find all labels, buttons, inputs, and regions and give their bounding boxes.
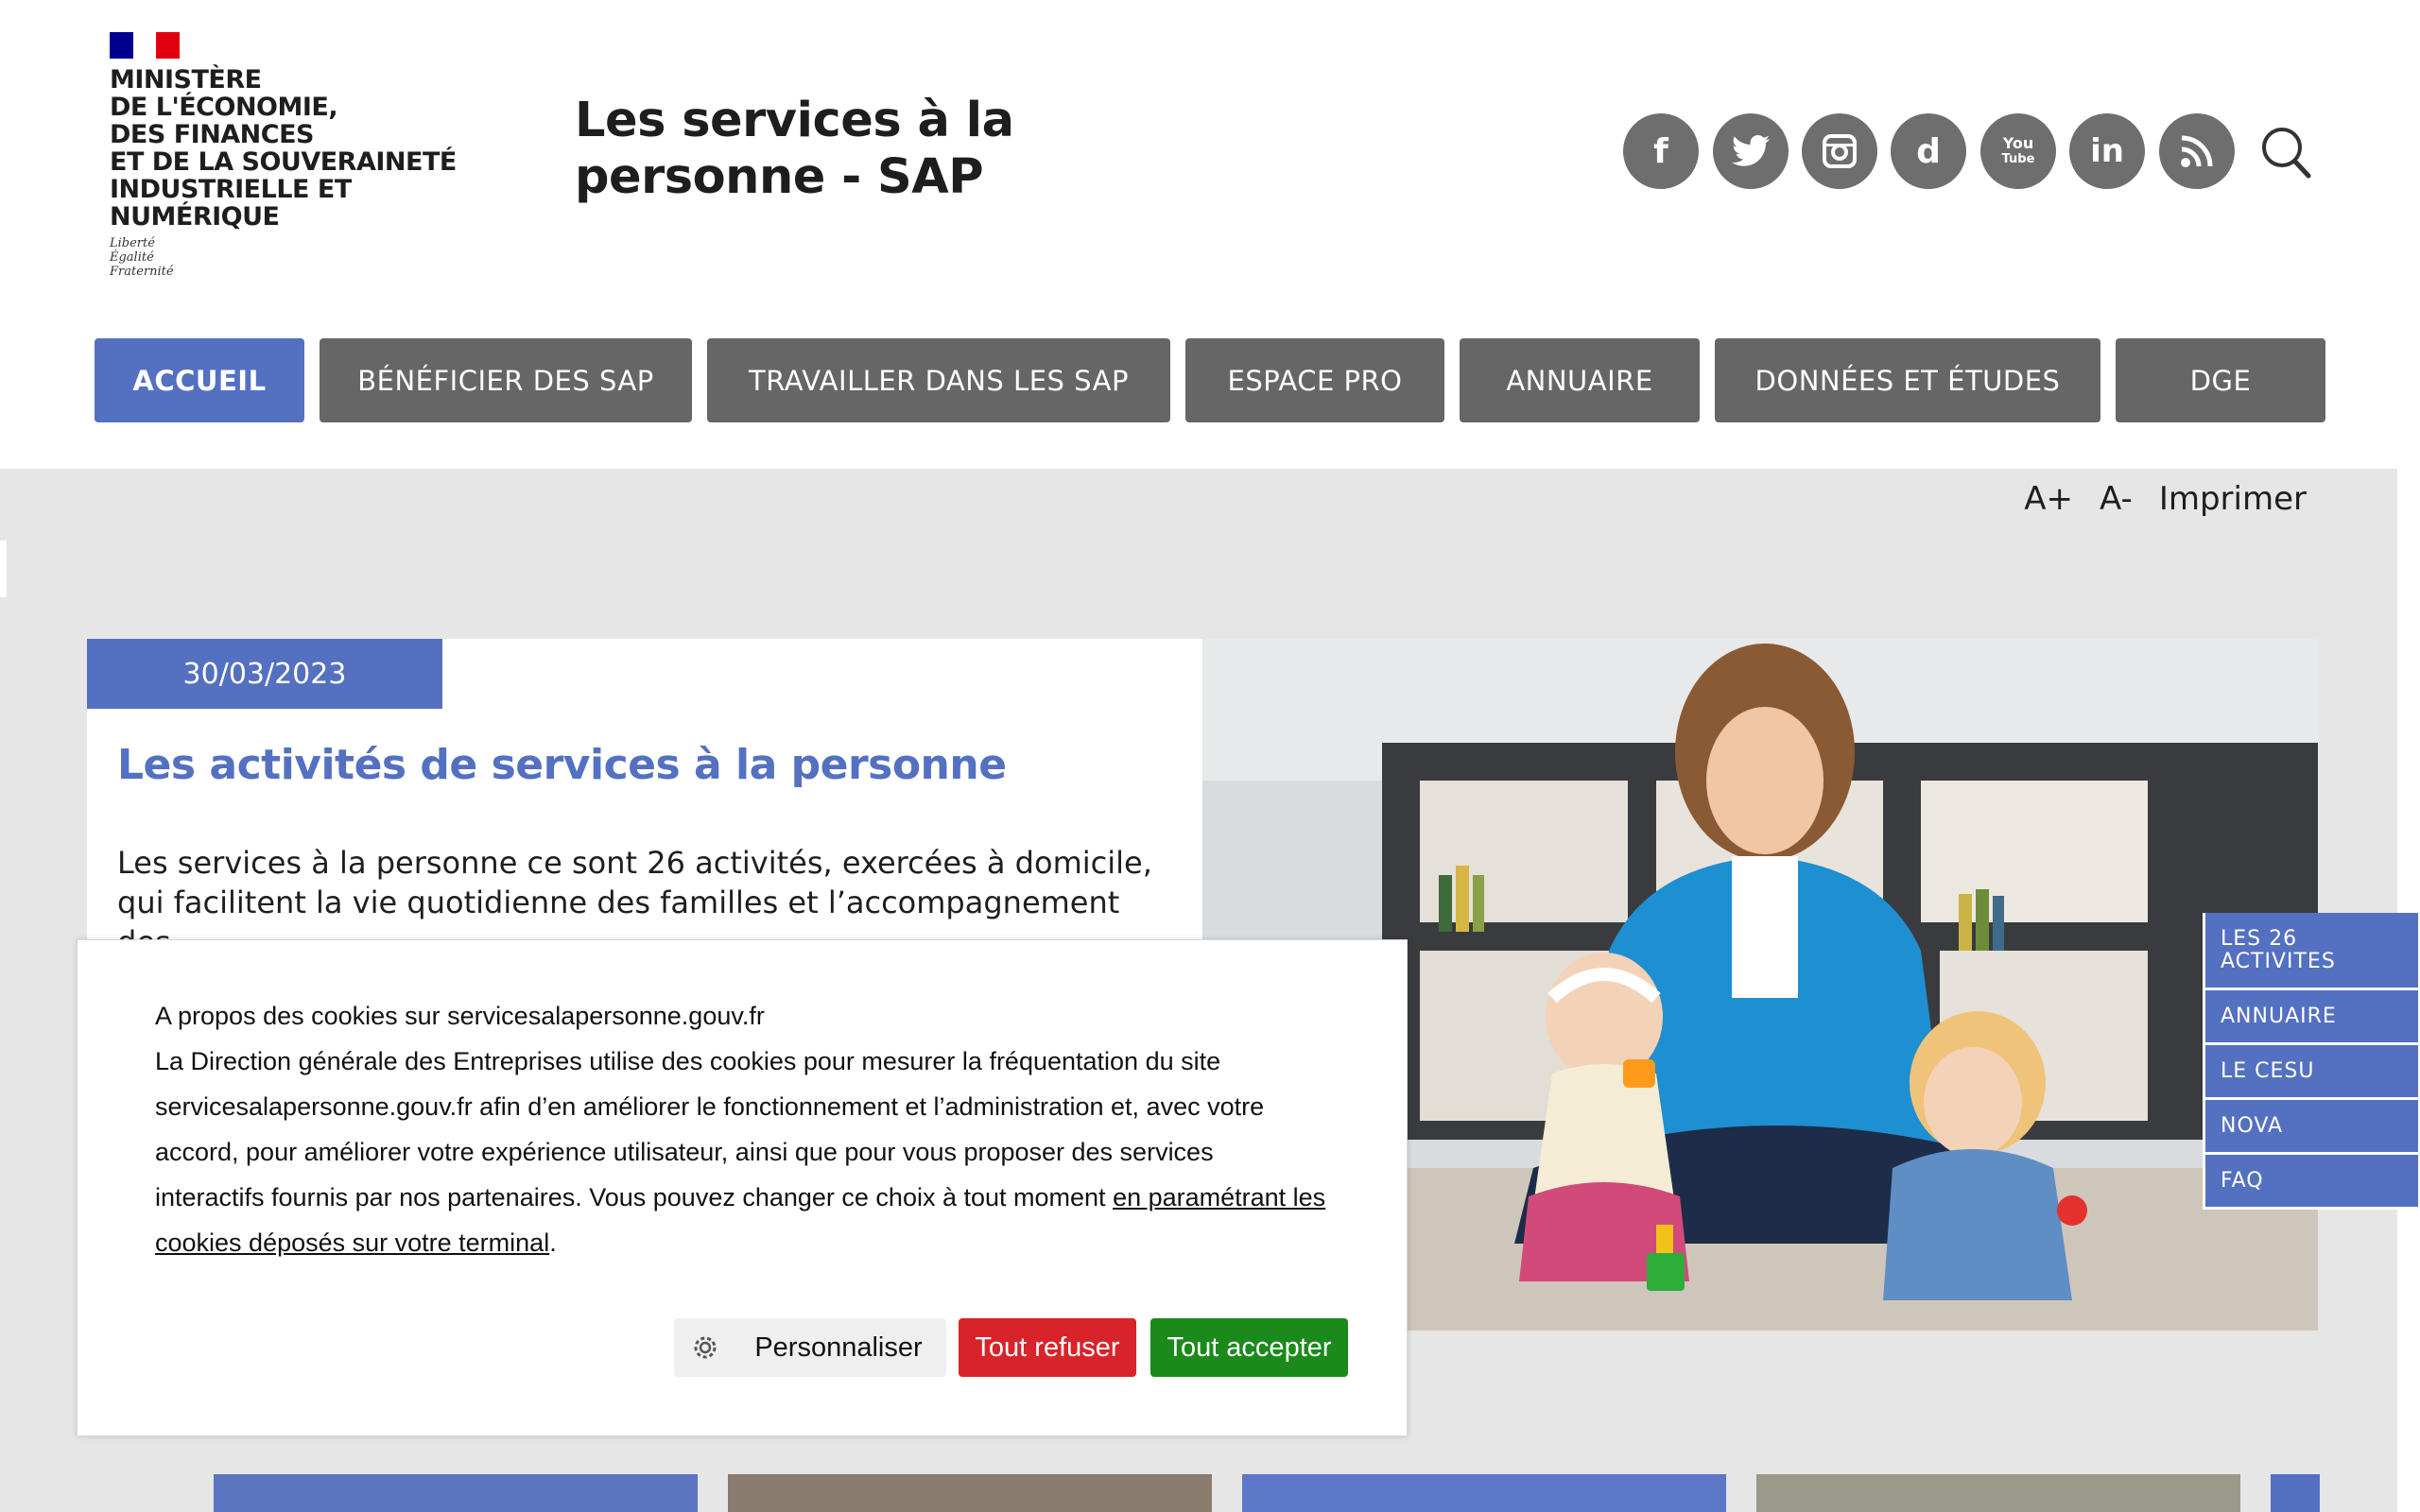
nav-dge[interactable]: DGE [2116,338,2325,422]
nav-donnees-etudes[interactable]: DONNÉES ET ÉTUDES [1715,338,2100,422]
nav-beneficier[interactable]: BÉNÉFICIER DES SAP [320,338,692,422]
dailymotion-icon[interactable]: d [1891,113,1966,189]
accept-all-button[interactable]: Tout accepter [1150,1318,1348,1377]
quick-link-nova[interactable]: NOVA [2203,1100,2418,1155]
personalize-button[interactable]: Personnaliser [674,1318,946,1377]
site-title[interactable]: Les services à la personne - SAP [575,93,1014,206]
republic-motto: Liberté Égalité Fraternité [110,236,174,279]
news-card[interactable] [728,1474,1212,1512]
personalize-label: Personnaliser [754,1332,923,1363]
news-card[interactable] [2271,1474,2320,1512]
facebook-icon[interactable]: f [1623,113,1699,189]
cookie-body: La Direction générale des Entreprises ut… [155,1047,1326,1257]
print-button[interactable]: Imprimer [2159,480,2307,518]
refuse-all-button[interactable]: Tout refuser [959,1318,1136,1377]
twitter-icon[interactable] [1713,113,1789,189]
quick-link-cesu[interactable]: LE CESU [2203,1045,2418,1100]
cookie-banner: A propos des cookies sur servicesalapers… [77,939,1408,1436]
font-decrease-button[interactable]: A- [2100,480,2133,518]
ministry-logo[interactable]: MINISTÈRE DE L'ÉCONOMIE, DES FINANCES ET… [110,32,516,279]
cookie-title: A propos des cookies sur servicesalapers… [155,1002,765,1030]
linkedin-icon[interactable]: in [2069,113,2145,189]
nav-espace-pro[interactable]: ESPACE PRO [1185,338,1444,422]
news-card[interactable] [1242,1474,1726,1512]
article-date: 30/03/2023 [87,639,442,709]
instagram-icon[interactable] [1802,113,1877,189]
font-increase-button[interactable]: A+ [2024,480,2073,518]
accessibility-toolbar: A+ A- Imprimer [2024,480,2307,518]
article-title[interactable]: Les activités de services à la personne [117,741,1007,789]
news-card[interactable] [214,1474,698,1512]
band-edge [0,541,7,597]
quick-link-26-activites[interactable]: LES 26 ACTIVITES [2203,913,2418,990]
nav-annuaire[interactable]: ANNUAIRE [1460,338,1700,422]
quick-link-annuaire[interactable]: ANNUAIRE [2203,990,2418,1045]
quick-links: LES 26 ACTIVITES ANNUAIRE LE CESU NOVA F… [2203,913,2418,1210]
marianne-flag-icon [110,32,181,59]
youtube-icon[interactable]: You Tube [1980,113,2056,189]
gear-icon [694,1336,717,1359]
rss-icon[interactable] [2159,113,2235,189]
nav-accueil[interactable]: ACCUEIL [95,338,304,422]
nav-travailler[interactable]: TRAVAILLER DANS LES SAP [707,338,1170,422]
news-card[interactable] [1756,1474,2240,1512]
cookie-text: A propos des cookies sur servicesalapers… [155,993,1327,1265]
ministry-name: MINISTÈRE DE L'ÉCONOMIE, DES FINANCES ET… [110,65,457,232]
quick-link-faq[interactable]: FAQ [2203,1155,2418,1210]
search-icon[interactable] [2259,125,2312,181]
